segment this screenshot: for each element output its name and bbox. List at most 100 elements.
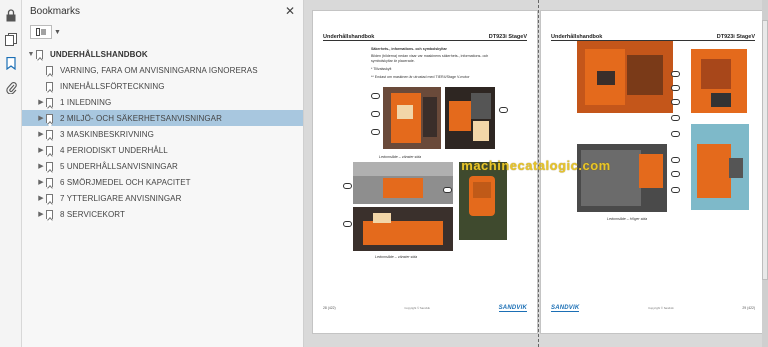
page-header-model: DT923i StageV xyxy=(716,34,755,40)
bookmark-item[interactable]: ▶ 7 YTTERLIGARE ANVISNINGAR xyxy=(22,190,303,206)
scrollbar-thumb[interactable] xyxy=(762,20,768,280)
chevron-right-icon[interactable]: ▶ xyxy=(36,210,46,218)
machine-photo xyxy=(691,49,747,113)
chevron-right-icon[interactable]: ▶ xyxy=(36,98,46,106)
close-panel-button[interactable]: ✕ xyxy=(285,4,295,18)
bookmark-item[interactable]: ▶ 8 SERVICEKORT xyxy=(22,206,303,222)
section-title: Säkerhets-, informations- och symbolskyl… xyxy=(371,47,447,51)
bookmark-item-selected[interactable]: ▶ 2 MILJÖ- OCH SÄKERHETSANVISNINGAR xyxy=(22,110,303,126)
lock-icon[interactable] xyxy=(4,8,18,22)
page-header-title: Underhållshandbok xyxy=(323,34,375,40)
bookmark-label: 8 SERVICEKORT xyxy=(60,209,126,219)
list-options-icon xyxy=(36,28,46,36)
callout-marker xyxy=(371,93,380,99)
note-text: ** Endast om maskinen är utrustad med TI… xyxy=(371,75,470,79)
panel-header: Bookmarks ✕ xyxy=(22,0,303,22)
chevron-down-icon[interactable]: ▼ xyxy=(54,29,61,36)
vertical-scrollbar[interactable] xyxy=(762,0,768,347)
chevron-right-icon[interactable]: ▶ xyxy=(36,194,46,202)
bookmark-flag-icon xyxy=(46,177,53,187)
bookmark-label: 6 SMÖRJMEDEL OCH KAPACITET xyxy=(60,177,191,187)
bookmark-flag-icon xyxy=(46,161,53,171)
bookmark-item[interactable]: VARNING, FARA OM ANVISNINGARNA IGNORERAS xyxy=(22,62,303,78)
panel-toolbar: ▼ xyxy=(22,22,303,42)
machine-photo xyxy=(445,87,495,149)
bookmark-flag-icon xyxy=(46,113,53,123)
bookmark-flag-icon xyxy=(46,65,53,75)
bookmark-item[interactable]: ▶ 4 PERIODISKT UNDERHÅLL xyxy=(22,142,303,158)
page-header: Underhållshandbok DT923i StageV xyxy=(323,29,527,41)
machine-photo xyxy=(383,87,441,149)
bookmark-label: INNEHÅLLSFÖRTECKNING xyxy=(60,81,165,91)
page-header: Underhållshandbok DT923i StageV xyxy=(551,29,755,41)
bookmark-item[interactable]: ▶ 1 INLEDNING xyxy=(22,94,303,110)
bookmark-flag-icon xyxy=(46,193,53,203)
document-viewer[interactable]: Underhållshandbok DT923i StageV Säkerhet… xyxy=(304,0,768,347)
bookmark-icon[interactable] xyxy=(4,56,18,70)
figure-caption: Ledomsåde – vänster sida xyxy=(375,255,418,259)
callout-marker xyxy=(671,131,680,137)
bookmark-label: 7 YTTERLIGARE ANVISNINGAR xyxy=(60,193,182,203)
sandvik-logo: SANDVIK xyxy=(498,304,527,312)
chevron-right-icon[interactable]: ▶ xyxy=(36,162,46,170)
callout-marker xyxy=(671,99,680,105)
bookmark-item[interactable]: ▶ 5 UNDERHÅLLSANVISNINGAR xyxy=(22,158,303,174)
callout-marker xyxy=(499,107,508,113)
page-divider xyxy=(538,0,539,347)
bookmark-label: 2 MILJÖ- OCH SÄKERHETSANVISNINGAR xyxy=(60,113,222,123)
callout-marker xyxy=(671,85,680,91)
callout-marker xyxy=(671,115,680,121)
bookmark-label: 5 UNDERHÅLLSANVISNINGAR xyxy=(60,161,178,171)
bookmark-flag-icon xyxy=(46,209,53,219)
bookmark-label: 4 PERIODISKT UNDERHÅLL xyxy=(60,145,168,155)
copyright-text: Copyright © Sandvik xyxy=(404,306,430,310)
callout-marker xyxy=(443,187,452,193)
machine-photo xyxy=(577,41,673,113)
page-header-title: Underhållshandbok xyxy=(551,34,603,40)
bookmark-flag-icon xyxy=(46,129,53,139)
machine-photo xyxy=(353,207,453,251)
bookmark-item[interactable]: ▶ 3 MASKINBESKRIVNING xyxy=(22,126,303,142)
bookmark-flag-icon xyxy=(36,49,43,59)
page-number: 29 (422) xyxy=(742,306,755,310)
page-header-model: DT923i StageV xyxy=(488,34,527,40)
callout-marker xyxy=(343,183,352,189)
bookmarks-panel: Bookmarks ✕ ▼ ▼ UNDERHÅLLSHANDBOK VARNIN… xyxy=(22,0,304,347)
chevron-right-icon[interactable]: ▶ xyxy=(36,114,46,122)
sandvik-logo: SANDVIK xyxy=(551,304,580,312)
panel-title: Bookmarks xyxy=(30,5,81,17)
callout-marker xyxy=(343,221,352,227)
chevron-right-icon[interactable]: ▶ xyxy=(36,130,46,138)
chevron-down-icon[interactable]: ▼ xyxy=(26,51,36,58)
callout-marker xyxy=(371,111,380,117)
paperclip-icon[interactable] xyxy=(4,80,18,94)
bookmark-label: 1 INLEDNING xyxy=(60,97,112,107)
chevron-right-icon[interactable]: ▶ xyxy=(36,146,46,154)
copyright-text: Copyright © Sandvik xyxy=(648,306,674,310)
bookmark-options-button[interactable] xyxy=(30,25,52,39)
app-window: Bookmarks ✕ ▼ ▼ UNDERHÅLLSHANDBOK VARNIN… xyxy=(0,0,768,347)
callout-marker xyxy=(671,187,680,193)
bookmark-root[interactable]: ▼ UNDERHÅLLSHANDBOK xyxy=(22,46,303,62)
watermark-text: machinecatalogic.com xyxy=(461,158,611,173)
bookmark-item[interactable]: INNEHÅLLSFÖRTECKNING xyxy=(22,78,303,94)
navigation-rail xyxy=(0,0,22,347)
machine-photo xyxy=(577,144,667,212)
callout-marker xyxy=(371,129,380,135)
bookmark-flag-icon xyxy=(46,97,53,107)
bookmark-item[interactable]: ▶ 6 SMÖRJMEDEL OCH KAPACITET xyxy=(22,174,303,190)
bookmark-flag-icon xyxy=(46,145,53,155)
page-number: 28 (422) xyxy=(323,306,336,310)
bookmark-tree: ▼ UNDERHÅLLSHANDBOK VARNING, FARA OM ANV… xyxy=(22,46,303,222)
pages-icon[interactable] xyxy=(4,32,18,46)
callout-marker xyxy=(671,71,680,77)
machine-photo xyxy=(459,162,507,240)
bookmark-label: 3 MASKINBESKRIVNING xyxy=(60,129,154,139)
page-footer: 28 (422) Copyright © Sandvik SANDVIK xyxy=(323,303,527,313)
bookmark-root-label: UNDERHÅLLSHANDBOK xyxy=(50,49,148,59)
bookmark-label: VARNING, FARA OM ANVISNINGARNA IGNORERAS xyxy=(60,65,258,75)
note-text: * Tillvalsskylt xyxy=(371,67,392,71)
page-footer: SANDVIK Copyright © Sandvik 29 (422) xyxy=(551,303,755,313)
chevron-right-icon[interactable]: ▶ xyxy=(36,178,46,186)
bookmark-flag-icon xyxy=(46,81,53,91)
